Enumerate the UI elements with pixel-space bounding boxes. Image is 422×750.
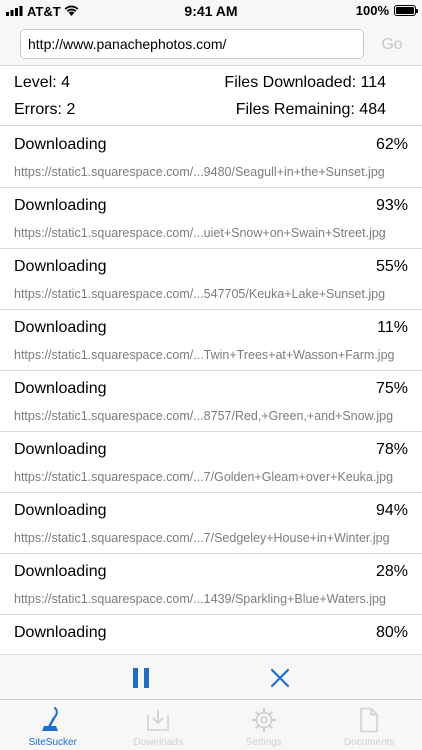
tab-label: SiteSucker [28,737,77,748]
download-url: https://static1.squarespace.com/...54770… [14,287,386,301]
pause-button[interactable] [125,665,157,691]
download-percent: 80% [375,624,408,641]
tab-label: Downloads [133,737,183,748]
download-row[interactable]: Downloading 11% https://static1.squaresp… [0,310,422,371]
tab-downloads[interactable]: Downloads [106,700,212,750]
url-bar: Go [0,24,422,66]
tab-label: Settings [245,737,282,748]
download-url: https://static1.squarespace.com/...8757/… [14,409,394,423]
errors-label: Errors: 2 [14,101,76,118]
tab-documents[interactable]: Documents [317,700,422,750]
level-label: Level: 4 [14,74,71,91]
download-status: Downloading [14,258,107,275]
tab-sitesucker[interactable]: SiteSucker [0,700,106,750]
url-input[interactable] [20,29,364,59]
tab-settings[interactable]: Settings [211,700,317,750]
battery-group: 100% [355,3,418,18]
downloads-tray-icon [143,705,173,735]
tab-bar: SiteSucker Downloads Settings Documents [0,699,422,750]
download-status: Downloading [14,624,107,641]
download-percent: 78% [375,441,408,458]
download-url: https://static1.squarespace.com/...Twin+… [14,348,395,362]
download-status: Downloading [14,136,107,153]
controls-toolbar [0,654,422,699]
download-url: https://static1.squarespace.com/...7/Sed… [14,531,390,545]
battery-percent: 100% [355,3,389,18]
gear-icon [249,705,279,735]
download-row[interactable]: Downloading 80% [0,615,422,654]
download-status: Downloading [14,441,107,458]
download-url: https://static1.squarespace.com/...1439/… [14,592,386,606]
download-status: Downloading [14,502,107,519]
download-row[interactable]: Downloading 94% https://static1.squaresp… [0,493,422,554]
files-remaining-label: Files Remaining: 484 [235,101,386,118]
tab-label: Documents [343,737,395,748]
go-button[interactable]: Go [372,32,412,58]
battery-icon [394,5,418,16]
download-percent: 75% [375,380,408,397]
download-url: https://static1.squarespace.com/...uiet+… [14,226,386,240]
download-percent: 55% [375,258,408,275]
download-percent: 93% [375,197,408,214]
download-row[interactable]: Downloading 93% https://static1.squaresp… [0,188,422,249]
download-row[interactable]: Downloading 75% https://static1.squaresp… [0,371,422,432]
download-status: Downloading [14,197,107,214]
close-icon [270,668,290,688]
download-percent: 11% [377,319,408,336]
download-status: Downloading [14,380,107,397]
stop-button[interactable] [267,665,293,691]
files-downloaded-label: Files Downloaded: 114 [224,74,386,91]
download-percent: 62% [375,136,408,153]
download-row[interactable]: Downloading 78% https://static1.squaresp… [0,432,422,493]
download-status: Downloading [14,563,107,580]
document-icon [354,705,384,735]
download-row[interactable]: Downloading 55% https://static1.squaresp… [0,249,422,310]
download-row[interactable]: Downloading 62% https://static1.squaresp… [0,127,422,188]
sitesucker-vacuum-icon [38,705,68,735]
download-row[interactable]: Downloading 28% https://static1.squaresp… [0,554,422,615]
pause-icon [133,668,149,688]
download-status: Downloading [14,319,107,336]
download-list[interactable]: Downloading 62% https://static1.squaresp… [0,127,422,654]
download-percent: 94% [375,502,408,519]
download-url: https://static1.squarespace.com/...9480/… [14,165,385,179]
status-bar: AT&T 9:41 AM 100% [0,0,422,24]
download-percent: 28% [375,563,408,580]
download-url: https://static1.squarespace.com/...7/Gol… [14,470,394,484]
download-summary: Level: 4 Files Downloaded: 114 Errors: 2… [0,66,422,126]
